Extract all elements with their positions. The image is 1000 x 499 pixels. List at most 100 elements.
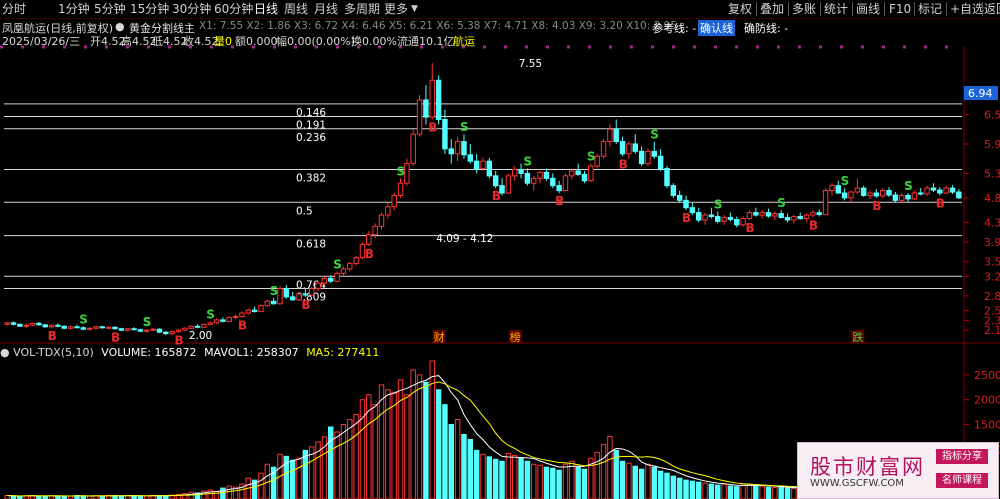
- price-tick-label: 4.8: [984, 192, 1000, 205]
- tab-weekly[interactable]: 周线: [284, 1, 308, 17]
- candle-body: [619, 141, 626, 155]
- more-arrow-icon[interactable]: ▼: [411, 1, 418, 17]
- mark-button[interactable]: 标记: [918, 1, 942, 17]
- candle-body: [423, 99, 429, 118]
- volume-bar: [607, 435, 613, 499]
- candle-body: [778, 213, 784, 219]
- volume-tick-label: 1500: [974, 419, 1000, 432]
- volume-bar: [442, 404, 448, 499]
- tab-more[interactable]: 更多: [384, 1, 408, 17]
- tab-daily[interactable]: 日线: [254, 1, 278, 17]
- candle-body: [924, 187, 930, 195]
- volume-bar: [683, 479, 689, 499]
- volume-bar: [512, 454, 518, 499]
- volume-bar: [600, 443, 607, 499]
- candle-body: [746, 212, 753, 219]
- candle-body: [232, 315, 239, 318]
- volume-bar: [226, 485, 232, 499]
- volume-bar: [461, 433, 467, 499]
- volume-bar: [340, 424, 347, 499]
- add-favorite-button[interactable]: +自选: [950, 1, 984, 17]
- candle-body: [36, 322, 42, 326]
- candle-body: [702, 214, 708, 221]
- tab-15min[interactable]: 15分钟: [130, 1, 169, 17]
- candle-body: [194, 325, 201, 328]
- volume-bar: [423, 381, 429, 499]
- candle-body: [270, 300, 277, 305]
- candle-body: [55, 324, 61, 327]
- candle-body: [220, 319, 226, 322]
- restore-rights-button[interactable]: 复权: [728, 1, 752, 17]
- period-toolbar: 分时 1分钟 5分钟 15分钟 30分钟 60分钟 日线 周线 月线 多周期 更…: [0, 0, 1000, 19]
- tab-分时[interactable]: 分时: [2, 1, 26, 17]
- sell-signal: S: [714, 198, 723, 212]
- candle-body: [486, 160, 493, 177]
- candle-body: [99, 326, 106, 329]
- indicator-expand-icon[interactable]: ●: [115, 20, 125, 33]
- statistics-button[interactable]: 统计: [824, 1, 848, 17]
- sector-value[interactable]: 航运: [453, 33, 475, 49]
- candle-body: [949, 187, 956, 193]
- price-tick-label: 2.8: [984, 290, 1000, 303]
- candle-body: [873, 192, 880, 197]
- volume-bar: [410, 369, 416, 499]
- candle-body: [937, 189, 943, 194]
- volume-bar: [353, 414, 359, 499]
- vol-indicator-name[interactable]: VOL-TDX(5,10): [13, 346, 94, 359]
- draw-line-button[interactable]: 画线: [856, 1, 880, 17]
- buy-signal: B: [936, 196, 945, 210]
- candle-body: [543, 171, 550, 179]
- candle-body: [822, 190, 829, 216]
- f10-button[interactable]: F10: [889, 1, 911, 17]
- volume-bar: [670, 475, 677, 499]
- tab-1min[interactable]: 1分钟: [58, 1, 90, 17]
- volume-bar: [289, 459, 296, 499]
- overlay-button[interactable]: 叠加: [760, 1, 784, 17]
- buy-signal: B: [365, 247, 374, 261]
- event-marker: 财: [434, 330, 445, 344]
- price-tick-label: 3.2: [984, 270, 1000, 283]
- candle-body: [708, 214, 715, 218]
- volume-bar: [524, 460, 531, 499]
- multi-account-button[interactable]: 多账: [792, 1, 816, 17]
- kline-chart[interactable]: 6.55.95.34.84.33.93.53.22.82.52.32.16.94…: [0, 0, 1000, 499]
- volume-tick-label: 2500: [974, 369, 1000, 382]
- candle-body: [505, 175, 512, 194]
- candle-body: [581, 173, 588, 182]
- candle-body: [645, 150, 651, 165]
- buy-signal: B: [301, 298, 310, 312]
- volume-bar: [715, 484, 721, 499]
- price-tick-label: 3.9: [984, 236, 1000, 249]
- tab-monthly[interactable]: 月线: [314, 1, 338, 17]
- tab-multi-period[interactable]: 多周期: [344, 1, 380, 17]
- tab-30min[interactable]: 30分钟: [172, 1, 211, 17]
- price-tick-label: 4.3: [984, 216, 1000, 229]
- candle-body: [29, 322, 36, 326]
- back-button[interactable]: 返回: [984, 1, 1000, 17]
- candle-body: [886, 190, 892, 196]
- candle-body: [930, 187, 937, 191]
- volume-bar: [499, 460, 505, 499]
- tab-5min[interactable]: 5分钟: [94, 1, 126, 17]
- candle-body: [721, 217, 727, 222]
- sell-signal: S: [333, 257, 342, 271]
- candle-body: [626, 143, 632, 155]
- buy-signal: B: [745, 221, 754, 235]
- fib-label: 0.191: [296, 120, 326, 132]
- volume-bar: [702, 482, 708, 499]
- vol-expand-icon[interactable]: ●: [0, 346, 10, 359]
- fib-label: 0.618: [296, 239, 326, 251]
- float-value: 流通10.1亿: [397, 35, 455, 48]
- buy-signal: B: [492, 189, 501, 203]
- price-tick-label: 5.9: [984, 138, 1000, 151]
- candle-body: [258, 305, 264, 313]
- candle-body: [391, 194, 397, 208]
- candle-body: [416, 99, 423, 135]
- tab-60min[interactable]: 60分钟: [214, 1, 253, 17]
- buy-signal: B: [238, 318, 247, 332]
- candle-body: [492, 175, 499, 187]
- candle-body: [657, 155, 664, 169]
- sell-signal: S: [206, 307, 215, 321]
- candle-body: [676, 194, 683, 201]
- candle-body: [156, 328, 163, 333]
